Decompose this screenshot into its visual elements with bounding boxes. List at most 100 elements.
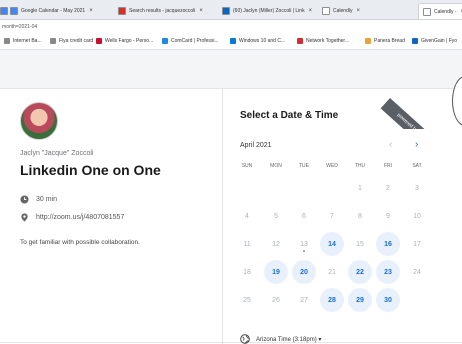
weekday-header: FRI (383, 163, 393, 169)
tab-close-icon[interactable]: × (356, 8, 360, 14)
calendar-day: 6 (292, 204, 316, 228)
calendar-day: 18 (235, 260, 259, 284)
calendar-day: 15 (348, 232, 372, 256)
bookmark-favicon-icon (412, 38, 418, 44)
bookmark-label: Wells Fargo - Perso... (105, 38, 154, 44)
calendar-day: 17 (405, 232, 429, 256)
weekday-header: SUN (241, 163, 253, 169)
today-indicator (303, 250, 305, 252)
day-number: 28 (328, 296, 336, 304)
calendar-day: 25 (235, 288, 259, 312)
calendar-day: 7 (320, 204, 344, 228)
bookmark-favicon-icon (50, 38, 56, 44)
calendar-day: 1 (348, 176, 372, 200)
powered-by-ribbon[interactable]: powered by Calendly (378, 89, 462, 129)
weekday-header: TUE (299, 163, 309, 169)
day-number: 10 (413, 212, 421, 220)
tab-close-icon[interactable]: × (199, 8, 203, 14)
host-name: Jaclyn "Jacque" Zoccoli (20, 150, 94, 157)
bookmark-label: Network Together... (306, 38, 349, 44)
browser-tab[interactable]: (60) Jaclyn (Miller) Zoccoli | Link × (222, 3, 320, 19)
weekday-header: MON (270, 163, 282, 169)
calendar-day: 10 (405, 204, 429, 228)
bookmark-label: GivenGain | Fyo (421, 38, 458, 44)
location-link[interactable]: http://zoom.us/j/4807081557 (36, 214, 124, 221)
select-date-title: Select a Date & Time (240, 110, 339, 121)
calendar-day-available[interactable]: 20 (292, 260, 316, 284)
event-description: To get familiar with possible collaborat… (20, 239, 140, 246)
day-number: 23 (384, 268, 392, 276)
bookmark-item[interactable]: GivenGain | Fyo (412, 38, 457, 44)
calendar-day-available[interactable]: 30 (376, 288, 400, 312)
month-label: April 2021 (240, 142, 272, 149)
day-number: 17 (413, 240, 421, 248)
day-number: 1 (358, 184, 362, 192)
browser-tab[interactable]: Google Calendar - May 2021 × (10, 3, 115, 19)
bookmark-favicon-icon (162, 38, 168, 44)
tab-close-icon[interactable]: × (89, 8, 93, 14)
tab-label: Calendly - (434, 8, 457, 15)
next-month-button[interactable]: › (415, 139, 418, 150)
location-pin-icon (21, 213, 28, 222)
calendar-day: 4 (235, 204, 259, 228)
day-number: 2 (386, 184, 390, 192)
day-number: 26 (272, 296, 280, 304)
day-number: 4 (245, 212, 249, 220)
bookmark-item[interactable]: Panera Bread (365, 38, 405, 44)
day-number: 7 (330, 212, 334, 220)
powered-by-calendly-label: powered by Calendly (380, 98, 450, 129)
day-number: 14 (328, 240, 336, 248)
tab-label: Search results - jacquezoccoli (129, 8, 196, 14)
browser-tab[interactable]: Calendly × (322, 3, 414, 19)
calendar-day-available[interactable]: 14 (320, 232, 344, 256)
day-number: 15 (356, 240, 364, 248)
calendar-day: 5 (264, 204, 288, 228)
day-number: 27 (300, 296, 308, 304)
calendar-day-available[interactable]: 23 (376, 260, 400, 284)
tab-favicon-icon (118, 7, 126, 15)
bookmark-item[interactable]: Network Together... (297, 38, 349, 44)
address-bar-url: month=2021-04 (2, 24, 38, 30)
address-bar[interactable]: month=2021-04 (0, 20, 462, 34)
bookmark-item[interactable]: Internet Ba... (4, 38, 42, 44)
calendar-day-available[interactable]: 29 (348, 288, 372, 312)
calendar-day: 24 (405, 260, 429, 284)
day-number: 29 (356, 296, 364, 304)
location-row: http://zoom.us/j/4807081557 (20, 213, 124, 222)
calendar-day-available[interactable]: 28 (320, 288, 344, 312)
tab-label: (60) Jaclyn (Miller) Zoccoli | Link (233, 8, 305, 14)
tab-close-icon[interactable]: × (309, 8, 313, 14)
day-number: 21 (328, 268, 336, 276)
day-number: 9 (386, 212, 390, 220)
bookmark-label: Windows 10 and C... (239, 38, 286, 44)
bookmark-item[interactable]: Windows 10 and C... (230, 38, 285, 44)
bookmarks-bar: Internet Ba... Fiya credit card Wells Farg… (0, 34, 462, 50)
weekday-header: THU (354, 163, 366, 169)
calendar-day: 3 (405, 176, 429, 200)
calendar-day: 13 (292, 232, 316, 256)
calendar-day-available[interactable]: 19 (264, 260, 288, 284)
browser-tab[interactable] (0, 3, 10, 19)
host-avatar (20, 102, 58, 140)
day-number: 20 (300, 268, 308, 276)
tab-label: Calendly (333, 8, 353, 14)
duration-row: 30 min (20, 195, 57, 204)
day-number: 19 (272, 268, 280, 276)
calendar-day-available[interactable]: 16 (376, 232, 400, 256)
calendar-day: 21 (320, 260, 344, 284)
calendar-day: 9 (376, 204, 400, 228)
calendar-day: 27 (292, 288, 316, 312)
bookmark-favicon-icon (96, 38, 102, 44)
bookmark-label: Fiya credit card (59, 38, 94, 44)
bookmark-item[interactable]: Fiya credit card (50, 38, 93, 44)
browser-tab[interactable]: Calendly -× (418, 3, 462, 19)
day-number: 8 (358, 212, 362, 220)
calendar-day: 2 (376, 176, 400, 200)
calendar-day-available[interactable]: 22 (348, 260, 372, 284)
prev-month-button[interactable]: ‹ (389, 139, 392, 150)
bookmark-item[interactable]: Wells Fargo - Perso... (96, 38, 153, 44)
browser-tab[interactable]: Search results - jacquezoccoli × (118, 3, 218, 19)
day-number: 22 (356, 268, 364, 276)
bookmark-favicon-icon (4, 38, 10, 44)
bookmark-item[interactable]: ComCard | Professi... (162, 38, 219, 44)
